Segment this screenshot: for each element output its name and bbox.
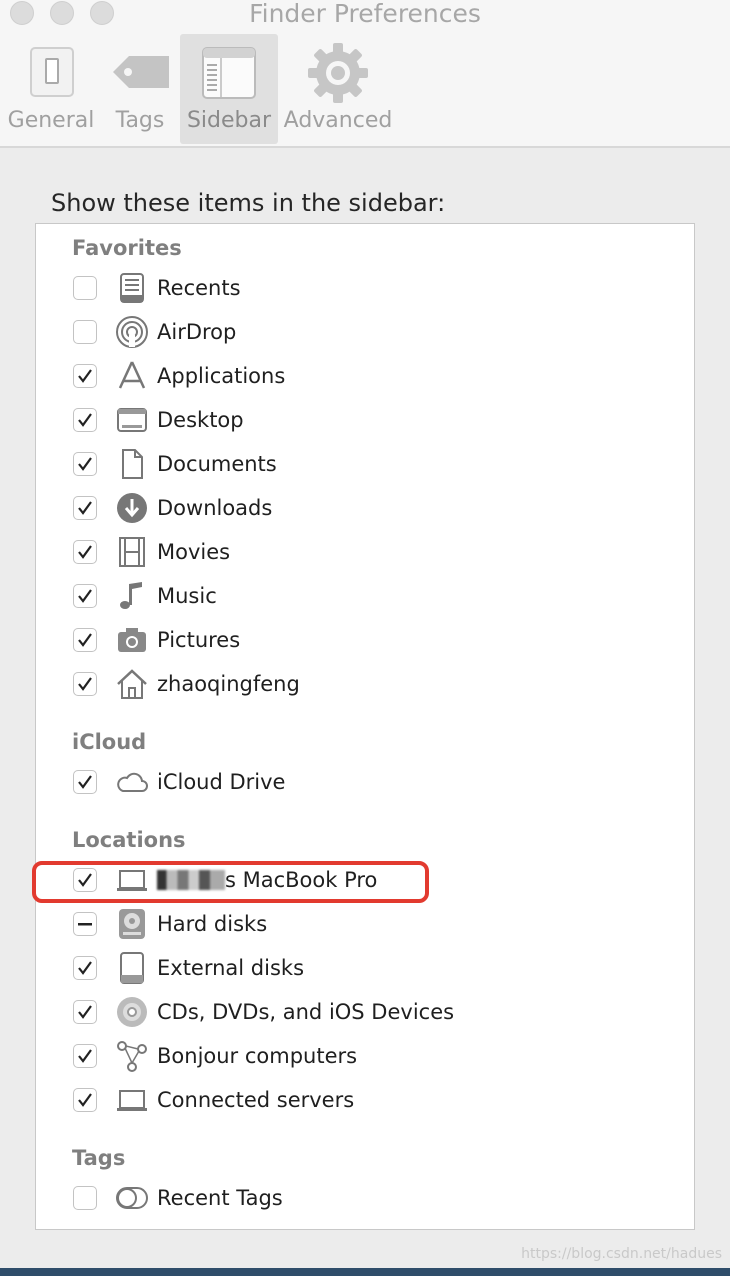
window-title: Finder Preferences xyxy=(249,0,481,28)
tab-tags-label: Tags xyxy=(115,108,165,133)
row-airdrop[interactable]: AirDrop xyxy=(73,315,673,351)
pictures-icon xyxy=(115,623,149,657)
row-documents[interactable]: Documents xyxy=(73,447,673,483)
hard-disk-icon xyxy=(115,907,149,941)
annotation-highlight xyxy=(32,861,429,903)
row-music[interactable]: Music xyxy=(73,579,673,615)
row-home[interactable]: zhaoqingfeng xyxy=(73,667,673,703)
row-downloads[interactable]: Downloads xyxy=(73,491,673,527)
row-desktop[interactable]: Desktop xyxy=(73,403,673,439)
desktop-label: Desktop xyxy=(157,408,244,432)
bonjour-label: Bonjour computers xyxy=(157,1044,358,1068)
desktop-checkbox[interactable] xyxy=(73,408,97,432)
desktop-icon xyxy=(115,403,149,437)
bonjour-icon xyxy=(115,1039,149,1073)
home-icon xyxy=(115,667,149,701)
pictures-checkbox[interactable] xyxy=(73,628,97,652)
section-locations-title: Locations xyxy=(72,828,186,852)
airdrop-checkbox[interactable] xyxy=(73,320,97,344)
hard-disks-checkbox[interactable] xyxy=(73,912,97,936)
cd-icon xyxy=(115,995,149,1029)
recents-icon xyxy=(115,271,149,305)
connected-servers-checkbox[interactable] xyxy=(73,1088,97,1112)
tags-toggle-icon xyxy=(115,1181,149,1215)
row-bonjour[interactable]: Bonjour computers xyxy=(73,1039,673,1075)
music-checkbox[interactable] xyxy=(73,584,97,608)
general-switch-icon xyxy=(21,42,81,106)
documents-checkbox[interactable] xyxy=(73,452,97,476)
cds-dvds-label: CDs, DVDs, and iOS Devices xyxy=(157,1000,455,1024)
row-cds-dvds[interactable]: CDs, DVDs, and iOS Devices xyxy=(73,995,673,1031)
tab-sidebar[interactable]: Sidebar xyxy=(180,34,278,144)
row-external-disks[interactable]: External disks xyxy=(73,951,673,987)
section-tags-title: Tags xyxy=(72,1146,126,1170)
movies-checkbox[interactable] xyxy=(73,540,97,564)
music-icon xyxy=(115,579,149,613)
airdrop-icon xyxy=(115,315,149,349)
external-disks-label: External disks xyxy=(157,956,305,980)
downloads-icon xyxy=(115,491,149,525)
sidebar-icon xyxy=(199,42,259,106)
tab-tags[interactable]: Tags xyxy=(102,34,178,144)
home-checkbox[interactable] xyxy=(73,672,97,696)
home-label: zhaoqingfeng xyxy=(157,672,300,696)
tab-advanced-label: Advanced xyxy=(283,108,393,133)
cloud-icon xyxy=(115,765,149,799)
section-icloud-title: iCloud xyxy=(72,730,147,754)
row-recents[interactable]: Recents xyxy=(73,271,673,307)
music-label: Music xyxy=(157,584,217,608)
icloud-drive-checkbox[interactable] xyxy=(73,770,97,794)
desktop-strip xyxy=(0,1268,730,1276)
applications-icon xyxy=(115,359,149,393)
tab-general[interactable]: General xyxy=(2,34,100,144)
watermark: https://blog.csdn.net/hadues xyxy=(521,1246,722,1262)
tab-advanced[interactable]: Advanced xyxy=(280,34,396,144)
recents-label: Recents xyxy=(157,276,241,300)
cds-dvds-checkbox[interactable] xyxy=(73,1000,97,1024)
movies-icon xyxy=(115,535,149,569)
downloads-checkbox[interactable] xyxy=(73,496,97,520)
external-disk-icon xyxy=(115,951,149,985)
external-disks-checkbox[interactable] xyxy=(73,956,97,980)
downloads-label: Downloads xyxy=(157,496,273,520)
tab-sidebar-label: Sidebar xyxy=(186,108,272,133)
applications-checkbox[interactable] xyxy=(73,364,97,388)
row-icloud-drive[interactable]: iCloud Drive xyxy=(73,765,673,801)
recent-tags-checkbox[interactable] xyxy=(73,1186,97,1210)
applications-label: Applications xyxy=(157,364,286,388)
hard-disks-label: Hard disks xyxy=(157,912,268,936)
recent-tags-label: Recent Tags xyxy=(157,1186,283,1210)
page-heading: Show these items in the sidebar: xyxy=(51,189,446,217)
connected-servers-label: Connected servers xyxy=(157,1088,355,1112)
documents-label: Documents xyxy=(157,452,277,476)
movies-label: Movies xyxy=(157,540,231,564)
section-favorites-title: Favorites xyxy=(72,236,182,260)
window-titlebar: Finder Preferences General Tags Sidebar … xyxy=(0,0,730,148)
pictures-label: Pictures xyxy=(157,628,241,652)
tab-general-label: General xyxy=(7,108,95,133)
row-connected-servers[interactable]: Connected servers xyxy=(73,1083,673,1119)
documents-icon xyxy=(115,447,149,481)
airdrop-label: AirDrop xyxy=(157,320,237,344)
server-icon xyxy=(115,1083,149,1117)
recents-checkbox[interactable] xyxy=(73,276,97,300)
row-movies[interactable]: Movies xyxy=(73,535,673,571)
icloud-drive-label: iCloud Drive xyxy=(157,770,286,794)
row-hard-disks[interactable]: Hard disks xyxy=(73,907,673,943)
tag-icon xyxy=(107,42,173,106)
row-pictures[interactable]: Pictures xyxy=(73,623,673,659)
bonjour-checkbox[interactable] xyxy=(73,1044,97,1068)
row-applications[interactable]: Applications xyxy=(73,359,673,395)
row-recent-tags[interactable]: Recent Tags xyxy=(73,1181,673,1217)
gear-icon xyxy=(307,42,369,108)
